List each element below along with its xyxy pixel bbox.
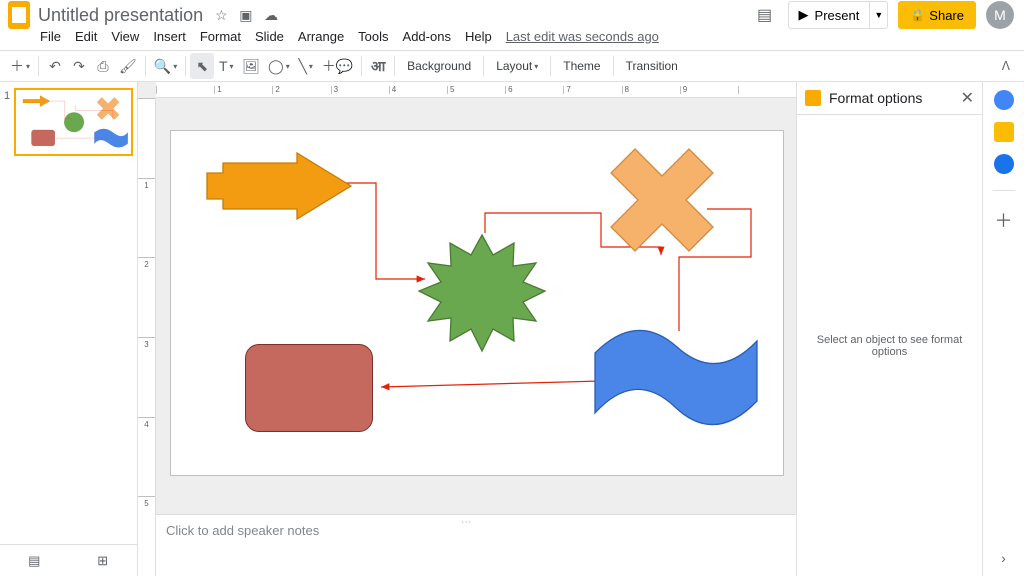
keep-addon-button[interactable] [994, 122, 1014, 142]
canvas-area: 123456789 12345 [138, 82, 796, 576]
slides-logo-icon[interactable] [8, 1, 30, 29]
notes-resize-handle[interactable] [461, 513, 491, 517]
present-icon: ▶ [799, 7, 809, 23]
menu-view[interactable]: View [111, 29, 139, 44]
menu-insert[interactable]: Insert [153, 29, 186, 44]
menu-file[interactable]: File [40, 29, 61, 44]
shape-cross[interactable] [607, 145, 717, 255]
title-icons: ☆ ▣ ☁ [211, 7, 282, 24]
paint-format-button[interactable]: 🖌 [115, 53, 141, 79]
account-avatar[interactable]: M [986, 1, 1014, 29]
shape-starburst[interactable] [417, 233, 547, 363]
star-icon[interactable]: ☆ [215, 7, 228, 23]
slide-thumb-row[interactable]: 1 [0, 88, 137, 156]
format-options-icon [805, 90, 821, 106]
undo-button[interactable]: ↶ [43, 53, 67, 79]
separator [38, 56, 39, 76]
image-tool[interactable]: 🖼 [238, 53, 264, 79]
menu-format[interactable]: Format [200, 29, 241, 44]
separator [394, 56, 395, 76]
menu-slide[interactable]: Slide [255, 29, 284, 44]
slide-number: 1 [4, 88, 14, 156]
filmstrip-view-button[interactable]: ▤ [0, 545, 69, 576]
separator [185, 56, 186, 76]
shape-wave[interactable] [591, 317, 761, 437]
menu-addons[interactable]: Add-ons [403, 29, 451, 44]
doc-title[interactable]: Untitled presentation [38, 5, 203, 26]
share-label: Share [929, 8, 964, 23]
workspace: 1 ▤ ⊞ 123456789 [0, 82, 1024, 576]
present-button[interactable]: ▶ Present [789, 2, 870, 28]
move-icon[interactable]: ▣ [239, 7, 252, 23]
vertical-ruler[interactable]: 12345 [138, 98, 156, 576]
shape-tool[interactable]: ◯ [264, 53, 294, 79]
shape-arrow[interactable] [205, 151, 353, 221]
menu-edit[interactable]: Edit [75, 29, 97, 44]
horizontal-ruler[interactable]: 123456789 [156, 82, 796, 98]
separator [993, 190, 1015, 191]
transition-button[interactable]: Transition [618, 53, 686, 79]
shape-roundrect[interactable] [245, 344, 373, 432]
separator [613, 56, 614, 76]
menu-tools[interactable]: Tools [358, 29, 388, 44]
present-button-group: ▶ Present ▼ [788, 1, 889, 29]
hide-menus-button[interactable]: ᐱ [994, 59, 1018, 73]
sidebar-body: Select an object to see format options [797, 115, 982, 576]
thumb-preview [16, 90, 131, 154]
connector-arrow-to-starburst[interactable] [341, 183, 425, 279]
menu-bar: File Edit View Insert Format Slide Arran… [0, 26, 1024, 50]
hide-side-panel-button[interactable]: › [1001, 550, 1006, 566]
present-dropdown-button[interactable]: ▼ [869, 2, 887, 28]
menu-arrange[interactable]: Arrange [298, 29, 344, 44]
separator [361, 56, 362, 76]
present-label: Present [815, 8, 860, 23]
slide-canvas[interactable] [170, 130, 784, 476]
separator [483, 56, 484, 76]
print-button[interactable]: ⎙ [91, 53, 115, 79]
select-tool[interactable]: ⬉ [190, 53, 214, 79]
menu-help[interactable]: Help [465, 29, 492, 44]
calendar-addon-button[interactable] [994, 90, 1014, 110]
open-comments-button[interactable]: ▤ [754, 4, 776, 26]
comment-tool[interactable]: ＋💬 [318, 53, 357, 79]
line-tool[interactable]: ╲ [294, 53, 318, 79]
side-panel-rail: ＋ › [982, 82, 1024, 576]
separator [145, 56, 146, 76]
grid-view-button[interactable]: ⊞ [69, 545, 138, 576]
toolbar: ＋ ↶ ↷ ⎙ 🖌 🔍 ⬉ T 🖼 ◯ ╲ ＋💬 आ Background La… [0, 50, 1024, 82]
close-sidebar-button[interactable]: ✕ [961, 88, 974, 108]
theme-button[interactable]: Theme [555, 53, 608, 79]
connector-wave-to-roundrect[interactable] [381, 381, 601, 387]
layout-button[interactable]: Layout [488, 53, 546, 79]
get-addons-button[interactable]: ＋ [994, 207, 1014, 227]
tasks-addon-button[interactable] [994, 154, 1014, 174]
speaker-notes-placeholder: Click to add speaker notes [166, 523, 319, 538]
background-button[interactable]: Background [399, 53, 479, 79]
sidebar-title: Format options [829, 90, 961, 106]
filmstrip-footer: ▤ ⊞ [0, 544, 137, 576]
last-edit-status[interactable]: Last edit was seconds ago [506, 29, 659, 44]
format-options-sidebar: Format options ✕ Select an object to see… [796, 82, 982, 576]
lock-icon: 🔒 [910, 8, 925, 22]
zoom-button[interactable]: 🔍 [150, 53, 181, 79]
title-bar: Untitled presentation ☆ ▣ ☁ ▤ ▶ Present … [0, 0, 1024, 26]
filmstrip: 1 ▤ ⊞ [0, 82, 138, 576]
speaker-notes[interactable]: Click to add speaker notes [156, 514, 796, 576]
new-slide-button[interactable]: ＋ [6, 53, 34, 79]
separator [550, 56, 551, 76]
redo-button[interactable]: ↷ [67, 53, 91, 79]
cloud-status-icon[interactable]: ☁ [264, 7, 278, 23]
share-button[interactable]: 🔒 Share [898, 1, 976, 29]
sidebar-empty-text: Select an object to see format options [811, 334, 968, 358]
sidebar-header: Format options ✕ [797, 82, 982, 115]
slide-thumbnail[interactable] [14, 88, 133, 156]
textbox-tool[interactable]: T [214, 53, 238, 79]
mask-image-button[interactable]: आ [366, 53, 390, 79]
